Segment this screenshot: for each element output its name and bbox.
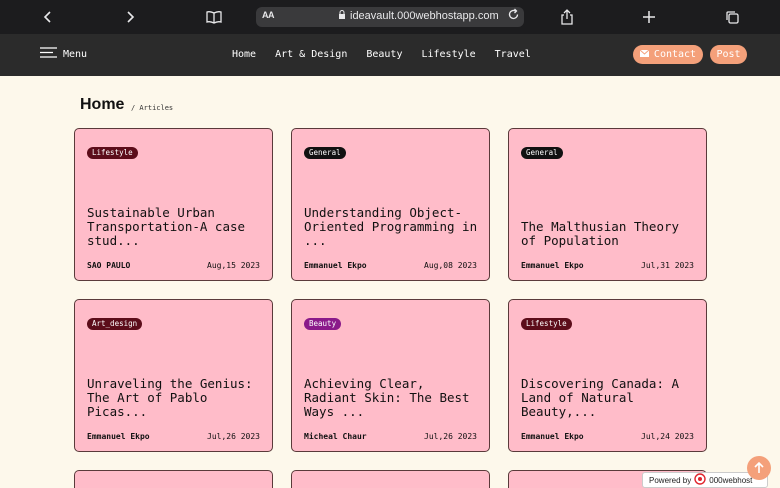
breadcrumb: / Articles — [131, 104, 174, 112]
article-title[interactable]: Achieving Clear, Radiant Skin: The Best … — [304, 377, 481, 419]
article-author: SAO PAULO — [87, 261, 131, 270]
page-title: Home — [80, 96, 125, 113]
lock-icon — [338, 10, 346, 22]
url-text: ideavault.000webhostapp.com — [350, 10, 499, 22]
category-tag[interactable]: Lifestyle — [521, 318, 572, 330]
browser-toolbar: AA ideavault.000webhostapp.com — [0, 0, 780, 34]
arrow-up-icon — [754, 459, 764, 478]
book-icon[interactable] — [203, 6, 225, 28]
article-date: Jul,26 2023 — [424, 432, 477, 441]
article-date: Jul,26 2023 — [207, 432, 260, 441]
article-author: Micheal Chaur — [304, 432, 367, 441]
article-author: Emmanuel Ekpo — [521, 261, 584, 270]
article-card[interactable]: General The Malthusian Theory of Populat… — [508, 128, 707, 281]
site-header: Menu Home Art & Design Beauty Lifestyle … — [0, 34, 780, 76]
nav-link-art-design[interactable]: Art & Design — [275, 49, 347, 60]
share-icon[interactable] — [556, 6, 578, 28]
article-card[interactable]: Beauty Achieving Clear, Radiant Skin: Th… — [291, 299, 490, 452]
category-tag[interactable]: Art_design — [87, 318, 143, 330]
article-card[interactable] — [74, 470, 273, 488]
article-date: Jul,24 2023 — [641, 432, 694, 441]
nav-link-travel[interactable]: Travel — [495, 49, 531, 60]
plus-icon[interactable] — [638, 6, 660, 28]
article-title[interactable]: The Malthusian Theory of Population — [521, 220, 698, 248]
reload-icon[interactable] — [507, 8, 520, 24]
mail-icon — [639, 49, 650, 60]
powered-by-label: Powered by — [649, 475, 692, 485]
category-tag[interactable]: General — [521, 147, 563, 159]
article-card[interactable]: Lifestyle Discovering Canada: A Land of … — [508, 299, 707, 452]
tabs-icon[interactable] — [721, 6, 743, 28]
chevron-left-icon[interactable] — [37, 6, 59, 28]
powered-by-brand: 000webhost — [709, 475, 753, 485]
nav-link-lifestyle[interactable]: Lifestyle — [421, 49, 475, 60]
article-card[interactable]: Lifestyle Sustainable Urban Transportati… — [74, 128, 273, 281]
category-tag[interactable]: Beauty — [304, 318, 342, 330]
article-author: Emmanuel Ekpo — [87, 432, 150, 441]
menu-label: Menu — [63, 48, 88, 60]
reader-aa-button[interactable]: AA — [262, 10, 275, 20]
article-title[interactable]: Understanding Object-Oriented Programmin… — [304, 206, 481, 248]
nav-links: Home Art & Design Beauty Lifestyle Trave… — [232, 49, 550, 60]
contact-label: Contact — [653, 49, 697, 60]
article-title[interactable]: Sustainable Urban Transportation-A case … — [87, 206, 264, 248]
webhost-logo-icon — [694, 473, 706, 487]
article-author: Emmanuel Ekpo — [521, 432, 584, 441]
category-tag[interactable]: Lifestyle — [87, 147, 138, 159]
hamburger-icon — [40, 47, 57, 61]
article-title[interactable]: Discovering Canada: A Land of Natural Be… — [521, 377, 698, 419]
contact-button[interactable]: Contact — [633, 45, 703, 64]
post-button[interactable]: Post — [710, 45, 747, 64]
article-title[interactable]: Unraveling the Genius: The Art of Pablo … — [87, 377, 264, 419]
scroll-top-button[interactable] — [747, 456, 771, 480]
article-author: Emmanuel Ekpo — [304, 261, 367, 270]
address-bar[interactable]: AA ideavault.000webhostapp.com — [256, 7, 524, 27]
nav-link-home[interactable]: Home — [232, 49, 256, 60]
article-date: Aug,08 2023 — [424, 261, 477, 270]
article-date: Aug,15 2023 — [207, 261, 260, 270]
category-tag[interactable]: General — [304, 147, 346, 159]
article-card[interactable]: General Understanding Object-Oriented Pr… — [291, 128, 490, 281]
menu-button[interactable]: Menu — [40, 47, 87, 61]
article-date: Jul,31 2023 — [641, 261, 694, 270]
chevron-right-icon[interactable] — [119, 6, 141, 28]
nav-link-beauty[interactable]: Beauty — [366, 49, 402, 60]
article-card[interactable] — [291, 470, 490, 488]
article-card[interactable]: Art_design Unraveling the Genius: The Ar… — [74, 299, 273, 452]
